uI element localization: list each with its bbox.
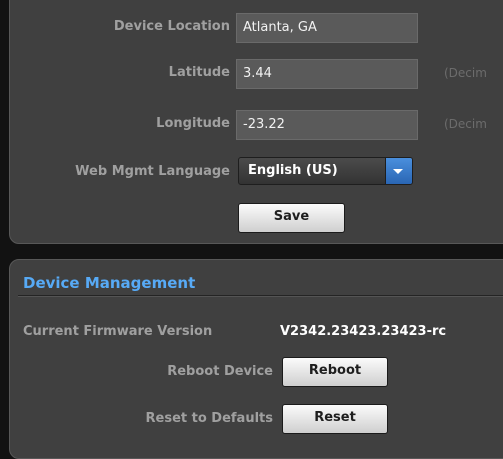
language-select-value: English (US) xyxy=(248,163,338,178)
language-select[interactable]: English (US) xyxy=(238,157,413,185)
latitude-label: Latitude xyxy=(168,65,230,80)
longitude-input[interactable]: -23.22 xyxy=(236,110,418,140)
latitude-input[interactable]: 3.44 xyxy=(236,59,418,89)
reboot-button[interactable]: Reboot xyxy=(282,357,388,387)
firmware-label: Current Firmware Version xyxy=(23,324,213,339)
latitude-hint: (Decim xyxy=(444,66,487,80)
section-divider xyxy=(18,295,503,297)
firmware-version: V2342.23423.23423-rc xyxy=(280,324,447,339)
reset-button[interactable]: Reset xyxy=(282,404,388,434)
reset-label: Reset to Defaults xyxy=(145,411,274,426)
device-location-input[interactable]: Atlanta, GA xyxy=(236,13,418,43)
language-label: Web Mgmt Language xyxy=(75,164,230,179)
reboot-label: Reboot Device xyxy=(167,364,273,379)
longitude-hint: (Decim xyxy=(444,117,487,131)
chevron-down-icon[interactable] xyxy=(385,158,412,184)
longitude-label: Longitude xyxy=(156,116,230,131)
save-button[interactable]: Save xyxy=(238,203,345,233)
device-management-title: Device Management xyxy=(23,274,196,292)
device-location-label: Device Location xyxy=(113,19,230,34)
